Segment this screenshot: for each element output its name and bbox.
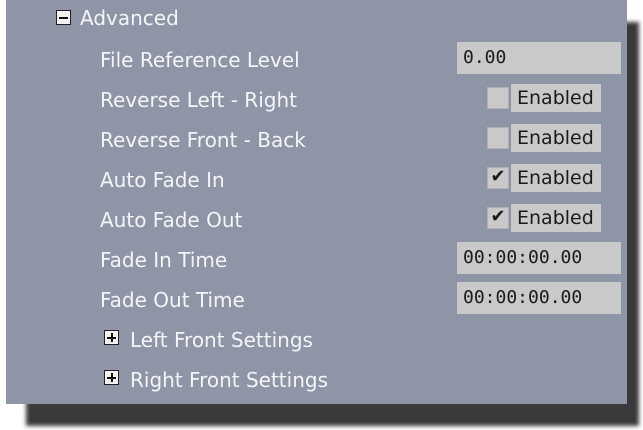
fade-in-time-field[interactable]: 00:00:00.00 [457, 242, 621, 274]
left-front-settings-group[interactable]: Left Front Settings [6, 320, 627, 360]
reverse-front-back-enabled-label[interactable]: Enabled [511, 124, 601, 152]
right-front-settings-group[interactable]: Right Front Settings [6, 360, 627, 400]
auto-fade-out-enabled-label[interactable]: Enabled [511, 204, 601, 232]
collapse-minus-icon[interactable] [56, 10, 71, 25]
reverse-left-right-enabled-label[interactable]: Enabled [511, 84, 601, 112]
row-fade-in-time: Fade In Time 00:00:00.00 [6, 240, 627, 280]
right-front-settings-label[interactable]: Right Front Settings [130, 366, 328, 394]
reverse-left-right-checkbox[interactable] [487, 87, 509, 109]
row-reverse-left-right: Reverse Left - Right Enabled [6, 80, 627, 120]
reverse-left-right-label: Reverse Left - Right [100, 88, 297, 112]
file-reference-level-field[interactable]: 0.00 [457, 42, 621, 74]
auto-fade-in-checkbox[interactable]: ✔ [487, 167, 509, 189]
advanced-group-header[interactable]: Advanced [6, 0, 627, 40]
row-auto-fade-out: Auto Fade Out ✔ Enabled [6, 200, 627, 240]
row-auto-fade-in: Auto Fade In ✔ Enabled [6, 160, 627, 200]
expand-plus-icon[interactable] [104, 370, 119, 385]
row-file-reference-level: File Reference Level 0.00 [6, 40, 627, 80]
auto-fade-out-checkbox[interactable]: ✔ [487, 207, 509, 229]
left-front-settings-label[interactable]: Left Front Settings [130, 326, 313, 354]
reverse-front-back-label: Reverse Front - Back [100, 128, 306, 152]
properties-panel: Advanced File Reference Level 0.00 Rever… [6, 0, 627, 404]
auto-fade-out-label: Auto Fade Out [100, 208, 243, 232]
fade-out-time-field[interactable]: 00:00:00.00 [457, 282, 621, 314]
fade-out-time-label: Fade Out Time [100, 288, 245, 312]
row-reverse-front-back: Reverse Front - Back Enabled [6, 120, 627, 160]
fade-in-time-label: Fade In Time [100, 248, 228, 272]
auto-fade-in-label: Auto Fade In [100, 168, 225, 192]
expand-plus-icon[interactable] [104, 330, 119, 345]
file-reference-level-label: File Reference Level [100, 48, 300, 72]
auto-fade-in-enabled-label[interactable]: Enabled [511, 164, 601, 192]
advanced-group-label[interactable]: Advanced [80, 4, 179, 32]
row-fade-out-time: Fade Out Time 00:00:00.00 [6, 280, 627, 320]
reverse-front-back-checkbox[interactable] [487, 127, 509, 149]
